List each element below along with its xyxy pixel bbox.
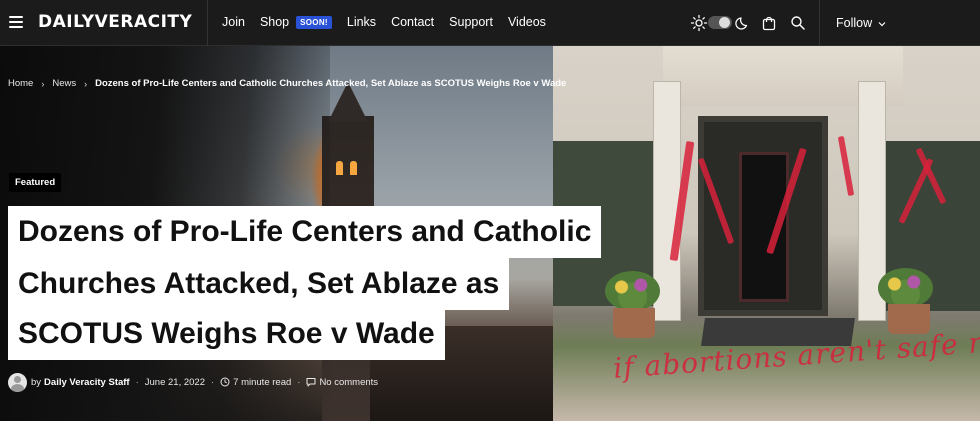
article-title-line-3: SCOTUS Weighs Roe v Wade — [8, 308, 445, 360]
publish-date: June 21, 2022 — [144, 376, 205, 388]
nav-contact[interactable]: Contact — [391, 15, 434, 29]
meta-separator: · — [211, 376, 215, 388]
clock-icon — [220, 377, 230, 387]
chevron-right-icon: › — [41, 78, 45, 89]
nav-support[interactable]: Support — [449, 15, 493, 29]
hero-photo-vandalized-center: if abortions aren't safe neither are — [553, 46, 980, 421]
follow-label: Follow — [836, 16, 873, 30]
author-link[interactable]: Daily Veracity Staff — [44, 377, 130, 388]
breadcrumb: Home › News › Dozens of Pro-Life Centers… — [8, 78, 566, 89]
chevron-right-icon: › — [84, 78, 88, 89]
breadcrumb-current: Dozens of Pro-Life Centers and Catholic … — [95, 78, 567, 89]
soon-badge: SOON! — [296, 15, 332, 29]
comment-icon — [306, 378, 316, 387]
featured-badge[interactable]: Featured — [9, 173, 62, 192]
breadcrumb-home[interactable]: Home — [8, 78, 33, 89]
sun-icon — [690, 14, 708, 32]
main-nav: Join Shop SOON! Links Contact Support Vi… — [222, 15, 561, 29]
article-meta: by Daily Veracity Staff · June 21, 2022 … — [8, 372, 378, 392]
article-title-line-2: Churches Attacked, Set Ablaze as — [8, 258, 510, 310]
moon-icon — [735, 17, 748, 30]
cart-icon[interactable] — [760, 14, 778, 32]
nav-links[interactable]: Links — [347, 15, 376, 29]
read-time: 7 minute read — [233, 376, 292, 388]
meta-separator: · — [297, 376, 301, 388]
menu-icon[interactable] — [9, 16, 23, 28]
meta-separator: · — [135, 376, 139, 388]
nav-join[interactable]: Join — [222, 15, 245, 29]
breadcrumb-news[interactable]: News — [52, 78, 76, 89]
graffiti-text: if abortions aren't safe neither are — [612, 315, 980, 385]
site-header: DAILYVERACITY Join Shop SOON! Links Cont… — [0, 0, 980, 46]
follow-button[interactable]: Follow — [836, 16, 886, 30]
header-divider — [207, 0, 208, 46]
comments-link[interactable]: No comments — [319, 377, 378, 388]
article-title-line-1: Dozens of Pro-Life Centers and Catholic — [8, 206, 602, 258]
nav-shop[interactable]: Shop — [260, 15, 289, 29]
header-divider-right — [819, 0, 820, 46]
site-logo[interactable]: DAILYVERACITY — [38, 12, 192, 32]
theme-toggle[interactable] — [708, 16, 732, 29]
byline-prefix: by — [31, 376, 42, 388]
chevron-down-icon — [878, 21, 886, 27]
nav-videos[interactable]: Videos — [508, 15, 546, 29]
search-icon[interactable] — [789, 14, 807, 32]
avatar[interactable] — [8, 372, 27, 392]
